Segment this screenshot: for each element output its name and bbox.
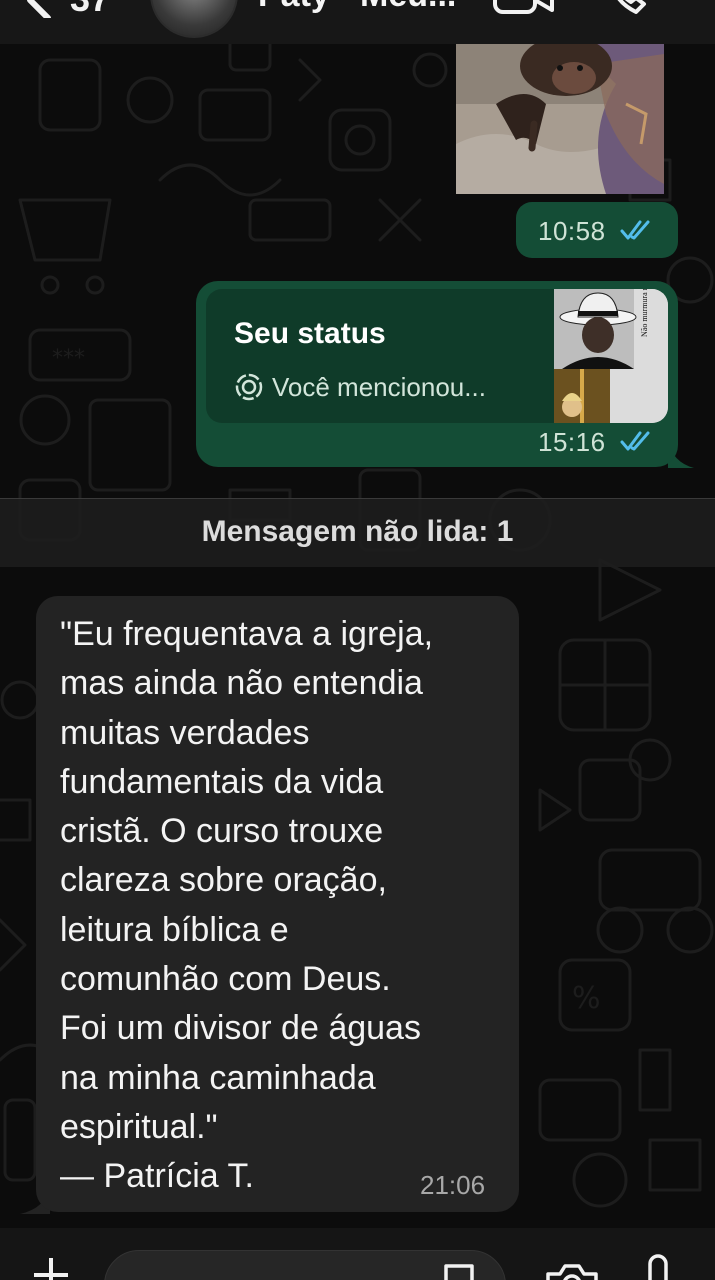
incoming-message[interactable]: "Eu frequentava a igreja, mas ainda não … <box>36 596 519 1212</box>
plus-icon[interactable] <box>34 1258 68 1280</box>
read-ticks-icon <box>620 220 650 240</box>
input-bar <box>0 1228 715 1280</box>
message-time: 10:58 <box>538 216 606 246</box>
chevron-left-icon[interactable] <box>18 0 58 18</box>
status-thumbnail-caption: Não murmura não... Deixe eu brincar de P… <box>640 289 660 337</box>
message-text: "Eu frequentava a igreja, mas ainda não … <box>60 615 434 1196</box>
message-meta-bubble: 10:58 <box>516 202 678 258</box>
status-ring-icon <box>235 373 263 401</box>
status-subtitle: Você mencionou... <box>272 371 486 402</box>
svg-text:***: *** <box>52 346 85 371</box>
chat-header: 37 Paty - Meu... <box>0 0 715 44</box>
voice-call-icon[interactable] <box>606 0 658 16</box>
svg-text:%: % <box>572 981 601 1016</box>
status-subtitle-row: Você mencionou... <box>234 369 486 405</box>
status-thumbnail[interactable]: Não murmura não... Deixe eu brincar de P… <box>554 289 668 423</box>
unread-divider-label: Mensagem não lida: 1 <box>201 515 514 548</box>
message-time: 21:06 <box>420 1170 486 1200</box>
avatar[interactable] <box>150 0 238 38</box>
read-ticks-icon <box>620 431 650 451</box>
unread-count[interactable]: 37 <box>70 0 110 20</box>
status-title: Seu status <box>234 317 386 350</box>
contact-name[interactable]: Paty - Meu... <box>258 0 456 15</box>
chat-screen: *** % 10:58 Seu status Você mencionou...… <box>0 0 715 1280</box>
video-call-icon[interactable] <box>492 0 556 16</box>
status-reply-message[interactable]: Seu status Você mencionou... 15:16 <box>196 281 678 467</box>
microphone-icon[interactable] <box>640 1254 676 1280</box>
sticker-icon[interactable] <box>440 1260 478 1280</box>
image-message[interactable] <box>456 44 664 194</box>
unread-divider: Mensagem não lida: 1 <box>0 498 715 567</box>
message-time: 15:16 <box>538 427 606 457</box>
status-preview-card[interactable]: Seu status Você mencionou... <box>206 289 668 423</box>
chimpanzee-photo <box>456 44 664 194</box>
camera-icon[interactable] <box>544 1260 600 1280</box>
